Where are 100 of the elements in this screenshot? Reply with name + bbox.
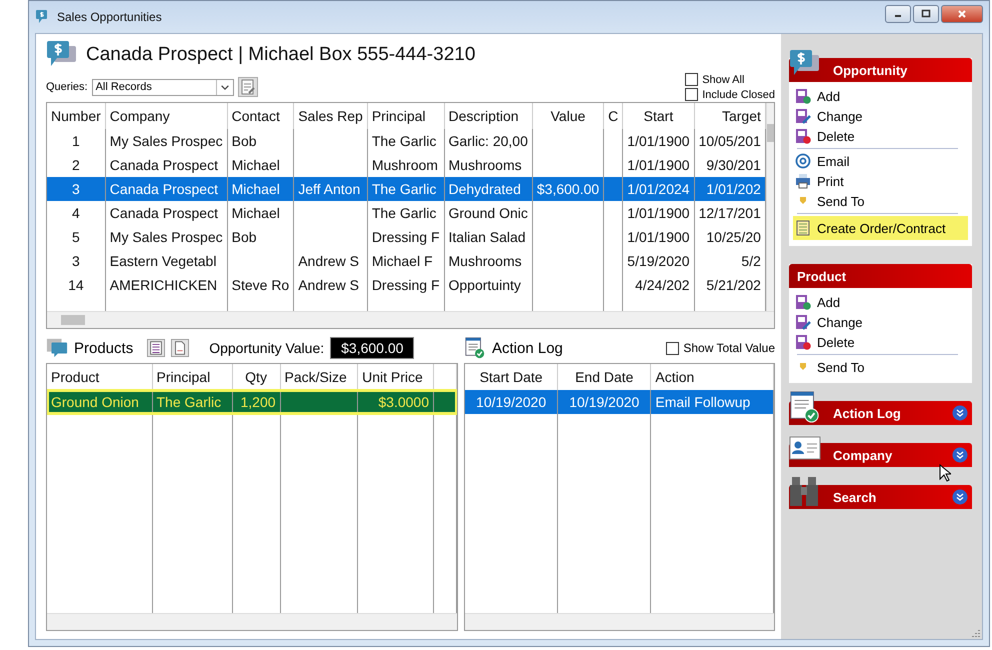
- panel-action[interactable]: Delete: [793, 126, 968, 146]
- column-header[interactable]: Target: [694, 103, 766, 129]
- panel-header[interactable]: Opportunity: [789, 58, 972, 82]
- panel-header[interactable]: Product: [789, 264, 972, 288]
- table-cell: Ground Onic: [448, 205, 528, 221]
- table-cell: 4: [72, 205, 80, 221]
- table-cell: $3,600.00: [536, 181, 600, 197]
- document-icon[interactable]: [171, 339, 190, 357]
- column-header[interactable]: C: [604, 103, 623, 129]
- record-title: Canada Prospect | Michael Box 555-444-3210: [86, 44, 476, 66]
- table-cell: Andrew S: [298, 277, 359, 293]
- save-query-icon[interactable]: [238, 77, 258, 97]
- panel-action[interactable]: Send To: [793, 357, 968, 377]
- table-cell: 3: [72, 253, 80, 269]
- column-header[interactable]: Start: [622, 103, 694, 129]
- panel-action[interactable]: Send To: [793, 191, 968, 211]
- column-header[interactable]: Qty: [232, 364, 280, 390]
- table-cell: The Garlic: [372, 205, 436, 221]
- table-cell: Mushrooms: [448, 253, 522, 269]
- expand-chevron-icon[interactable]: [952, 405, 968, 421]
- filter-checkbox[interactable]: Show All: [685, 73, 775, 86]
- table-cell: Michael: [232, 181, 280, 197]
- table-cell: Jeff Anton: [298, 181, 360, 197]
- document-pencil-icon: [795, 108, 811, 124]
- column-header[interactable]: Principal: [152, 364, 232, 390]
- table-cell: Email Followup: [655, 394, 750, 410]
- table-cell: 9/30/201: [706, 157, 761, 173]
- expand-chevron-icon[interactable]: [952, 489, 968, 505]
- table-row[interactable]: 5 My Sales Prospec Bob Dressing F Italian Salad 1/01/1900 10/25/20: [47, 225, 766, 249]
- table-cell: Bob: [232, 229, 257, 245]
- column-header[interactable]: Product: [47, 364, 152, 390]
- table-cell: Michael: [232, 157, 280, 173]
- queries-dropdown[interactable]: All Records: [92, 78, 234, 96]
- opportunity-value-field: $3,600.00: [330, 337, 414, 359]
- chat-icon: [46, 337, 68, 359]
- column-header[interactable]: Description: [444, 103, 532, 129]
- table-cell: 4/24/202: [635, 277, 690, 293]
- table-row[interactable]: 3 Eastern Vegetabl Andrew S Michael F Mushrooms 5/19/2020 5/2: [47, 249, 766, 273]
- column-header[interactable]: Contact: [227, 103, 294, 129]
- table-cell: 2: [72, 157, 80, 173]
- table-cell: 14: [68, 277, 84, 293]
- minimize-button[interactable]: [885, 5, 911, 23]
- table-cell: 1,200: [240, 394, 276, 410]
- panel-action[interactable]: Print: [793, 171, 968, 191]
- table-cell: Italian Salad: [448, 229, 526, 245]
- table-cell: Steve Ro: [232, 277, 290, 293]
- table-cell: Dehydrated: [448, 181, 521, 197]
- column-header[interactable]: Company: [105, 103, 228, 129]
- table-cell: 3: [72, 181, 80, 197]
- table-cell: The Garlic: [372, 133, 436, 149]
- show-total-checkbox[interactable]: Show Total Value: [666, 341, 775, 355]
- close-button[interactable]: [941, 5, 983, 23]
- panel-action[interactable]: Add: [793, 86, 968, 106]
- table-cell: Mushroom: [372, 157, 438, 173]
- table-row[interactable]: 3 Canada Prospect Michael Jeff Anton The Garlic Dehydrated $3,600.00 1/01/2024 1/01/202: [47, 177, 766, 201]
- table-row[interactable]: 14 AMERICHICKEN Steve Ro Andrew S Dressing F Opportuinty 4/24/202 5/21/202: [47, 273, 766, 297]
- table-cell: Canada Prospect: [110, 205, 218, 221]
- panel-action[interactable]: Create Order/Contract: [793, 216, 968, 240]
- opportunity-value-label: Opportunity Value:: [209, 340, 324, 356]
- checklist-icon: [464, 337, 486, 359]
- resize-grip-icon[interactable]: [970, 627, 980, 637]
- horizontal-scrollbar[interactable]: [47, 613, 457, 630]
- table-cell: Garlic: 20,00: [448, 133, 528, 149]
- table-cell: 5/21/202: [706, 277, 761, 293]
- column-header[interactable]: Unit Price: [358, 364, 434, 390]
- table-cell: 1/01/1900: [627, 229, 690, 245]
- column-header[interactable]: Value: [532, 103, 604, 129]
- column-header[interactable]: Number: [47, 103, 106, 129]
- table-row[interactable]: 4 Canada Prospect Michael The Garlic Ground Onic 1/01/1900 12/17/201: [47, 201, 766, 225]
- document-plus-icon: [795, 294, 811, 310]
- panel-action[interactable]: Delete: [793, 332, 968, 352]
- queries-label: Queries:: [46, 81, 88, 93]
- column-header[interactable]: Sales Rep: [294, 103, 368, 129]
- filter-checkbox[interactable]: Include Closed: [685, 88, 775, 101]
- panel-action[interactable]: Change: [793, 312, 968, 332]
- panel-action[interactable]: Email: [793, 151, 968, 171]
- table-cell: 5/19/2020: [627, 253, 690, 269]
- table-cell: My Sales Prospec: [110, 229, 223, 245]
- table-row[interactable]: Ground Onion The Garlic 1,200 $3.0000: [47, 390, 456, 414]
- horizontal-scrollbar[interactable]: [47, 311, 774, 328]
- expand-chevron-icon[interactable]: [952, 447, 968, 463]
- table-cell: The Garlic: [372, 181, 436, 197]
- table-cell: $3.0000: [378, 394, 429, 410]
- mouse-cursor-icon: [939, 464, 951, 482]
- table-cell: Canada Prospect: [110, 181, 218, 197]
- table-cell: Bob: [232, 133, 257, 149]
- table-cell: Michael F: [372, 253, 432, 269]
- table-cell: Eastern Vegetabl: [110, 253, 216, 269]
- panel-action[interactable]: Change: [793, 106, 968, 126]
- column-header[interactable]: Pack/Size: [280, 364, 358, 390]
- list-view-icon[interactable]: [147, 339, 166, 357]
- panel-action[interactable]: Add: [793, 292, 968, 312]
- maximize-button[interactable]: [913, 5, 939, 23]
- table-cell: 1/01/1900: [627, 157, 690, 173]
- column-header[interactable]: Principal: [367, 103, 444, 129]
- table-cell: 5: [72, 229, 80, 245]
- table-row[interactable]: 10/19/2020 10/19/2020 Email Followup: [465, 390, 774, 414]
- table-row[interactable]: 1 My Sales Prospec Bob The Garlic Garlic: 20,00 1/01/1900 10/05/201: [47, 129, 766, 153]
- document-cross-icon: [795, 334, 811, 350]
- horizontal-scrollbar[interactable]: [465, 613, 774, 630]
